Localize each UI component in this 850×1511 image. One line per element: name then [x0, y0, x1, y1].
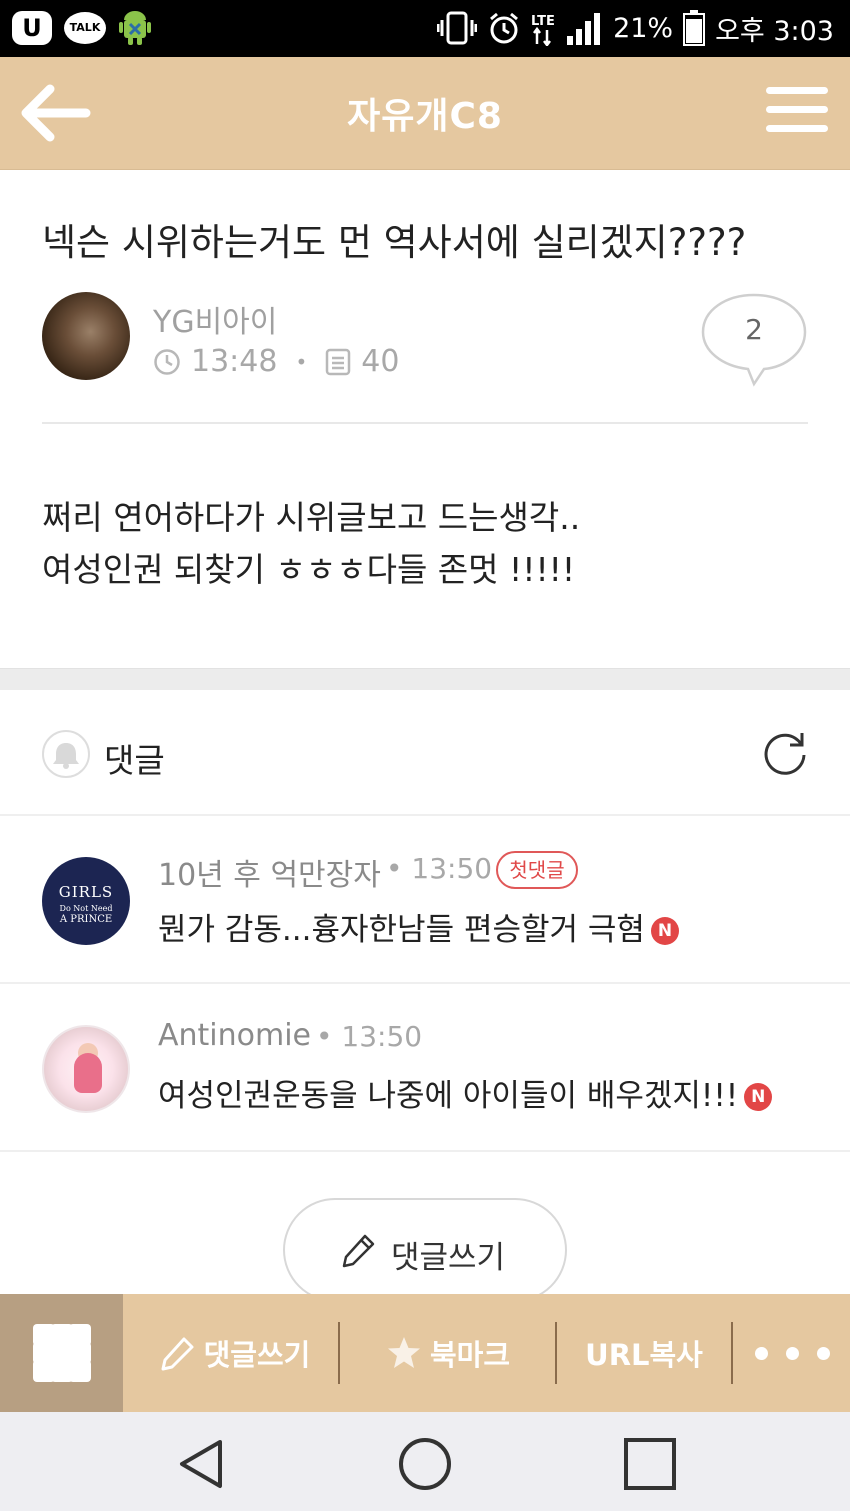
board-title: 자유개C8 — [347, 96, 503, 137]
svg-text:LTE: LTE — [531, 14, 555, 29]
post-time: 13:48 — [191, 344, 278, 379]
action-write-comment[interactable]: 댓글쓰기 — [135, 1294, 335, 1412]
views-icon — [326, 348, 351, 375]
notification-bell-button[interactable] — [42, 730, 90, 778]
comment-text-body: 뭔가 감동...흉자한남들 편승할거 극혐 — [158, 912, 645, 948]
comments-label: 댓글 — [104, 741, 165, 780]
app-bar: 자유개C8 — [0, 57, 850, 170]
comment-item: Antinomie • 13:50 여성인권운동을 나중에 아이들이 배우겠지!… — [0, 984, 850, 1152]
new-badge: N — [744, 1083, 773, 1111]
action-bookmark-label: 북마크 — [429, 1338, 511, 1372]
post-divider — [42, 422, 808, 424]
new-badge: N — [650, 917, 679, 945]
android-debug-icon — [119, 11, 151, 45]
author-name[interactable]: YG비아이 — [153, 297, 277, 341]
refresh-icon[interactable] — [760, 728, 810, 778]
post-views: 40 — [361, 344, 400, 379]
hamburger-icon[interactable] — [766, 87, 828, 139]
action-copy-url[interactable]: URL복사 — [558, 1294, 730, 1412]
comment-text: 뭔가 감동...흉자한남들 편승할거 극혐 N — [158, 904, 679, 949]
action-separator — [338, 1322, 340, 1384]
grid-icon[interactable] — [0, 1294, 123, 1412]
action-separator — [731, 1322, 733, 1384]
section-gap — [0, 668, 850, 690]
clock-icon — [154, 348, 180, 375]
comment-time: • 13:50 — [386, 852, 493, 885]
comment-text-body: 여성인권운동을 나중에 아이들이 배우겠지!!! — [158, 1078, 739, 1114]
system-nav-bar — [0, 1412, 850, 1511]
back-triangle-icon[interactable] — [172, 1434, 232, 1494]
first-comment-badge: 첫댓글 — [496, 851, 578, 889]
post-body: 쩌리 연어하다가 시위글보고 드는생각.. 여성인권 되찾기 ㅎㅎㅎ다들 존멋 … — [42, 492, 580, 596]
comment-time: • 13:50 — [316, 1020, 423, 1053]
bottom-action-bar: 댓글쓰기 북마크 URL복사 — [0, 1294, 850, 1412]
action-copy-url-label: URL복사 — [585, 1338, 703, 1372]
post-meta: 13:48 • 40 — [153, 344, 399, 379]
commenter-name[interactable]: 10년 후 억만장자 — [158, 850, 381, 894]
more-dots-icon[interactable] — [734, 1294, 850, 1412]
vibrate-icon — [437, 11, 478, 45]
star-icon — [387, 1337, 420, 1368]
post-body-line: 여성인권 되찾기 ㅎㅎㅎ다들 존멋 !!!!! — [42, 550, 576, 589]
u-plus-icon: U — [12, 11, 52, 45]
status-left-icons: U TALK — [12, 8, 152, 48]
action-separator — [555, 1322, 557, 1384]
clock: 오후 3:03 — [715, 15, 834, 47]
post-body-line: 쩌리 연어하다가 시위글보고 드는생각.. — [42, 498, 581, 537]
comment-count: 2 — [745, 313, 763, 346]
write-comment-label: 댓글쓰기 — [391, 1240, 506, 1276]
recents-square-icon[interactable] — [620, 1434, 680, 1494]
pencil-icon — [342, 1234, 375, 1268]
avatar-text: A PRINCE — [59, 914, 113, 925]
home-circle-icon[interactable] — [395, 1434, 455, 1494]
battery-icon — [683, 10, 706, 46]
alarm-icon — [490, 12, 519, 44]
status-right-icons: LTE 21% 오후 3:03 — [437, 8, 834, 48]
kakaotalk-icon: TALK — [64, 12, 106, 44]
write-comment-button[interactable]: 댓글쓰기 — [283, 1198, 567, 1302]
comment-item: GIRLS Do Not Need A PRINCE 10년 후 억만장자 • … — [0, 816, 850, 984]
comments-header: 댓글 — [0, 690, 850, 816]
avatar-text: Do Not Need — [59, 904, 113, 913]
post-title: 넥슨 시위하는거도 먼 역사서에 실리겠지???? — [42, 221, 747, 264]
commenter-avatar[interactable] — [42, 1025, 130, 1113]
meta-separator: • — [295, 349, 308, 374]
action-write-comment-label: 댓글쓰기 — [203, 1338, 311, 1372]
lte-signal-icon: LTE — [531, 13, 601, 46]
commenter-avatar[interactable]: GIRLS Do Not Need A PRINCE — [42, 857, 130, 945]
author-avatar[interactable] — [42, 292, 130, 380]
battery-percent: 21% — [613, 12, 674, 44]
commenter-name[interactable]: Antinomie — [158, 1018, 311, 1053]
action-bookmark[interactable]: 북마크 — [342, 1294, 554, 1412]
avatar-text: GIRLS — [58, 883, 114, 901]
pencil-icon — [161, 1337, 194, 1371]
bell-icon — [53, 743, 79, 769]
comment-text: 여성인권운동을 나중에 아이들이 배우겠지!!! N — [158, 1070, 773, 1115]
status-bar: U TALK LTE 21% 오후 3:03 — [0, 0, 850, 57]
avatar-figure — [74, 1053, 102, 1093]
